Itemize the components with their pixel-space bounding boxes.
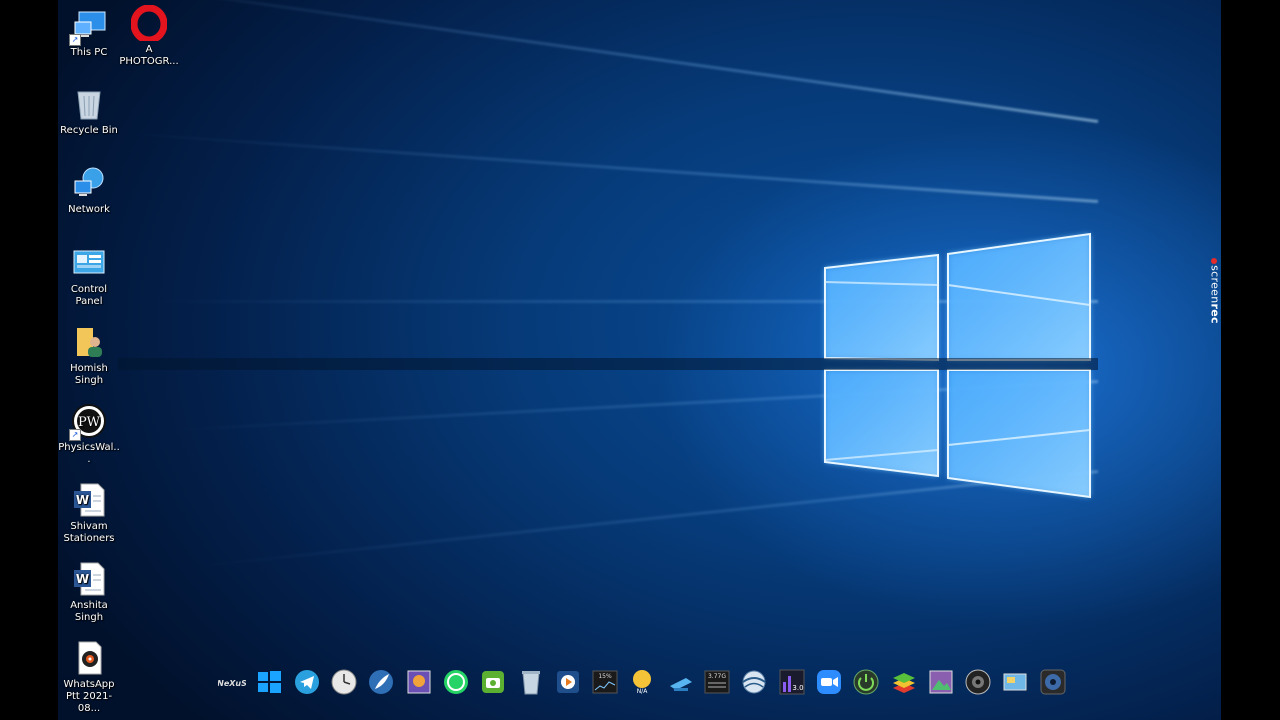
dock-item-cpu-meter[interactable]: 15% [591,668,619,696]
desktop-icon-label: Anshita Singh [70,600,108,623]
svg-text:W: W [76,493,89,507]
recycle-bin-icon [522,671,540,695]
network-icon [71,165,107,201]
disk-meter-icon: 3.77G [704,670,730,694]
clock-icon [331,669,357,695]
dock-bar: NeXuS 15% N/A 3.77G 3.0 [213,663,1068,720]
cpu-meter-icon: 15% [592,670,618,694]
dock-item-zoom[interactable] [815,668,843,696]
speaker-icon [965,669,991,695]
wallpaper-light-beam [159,380,1099,433]
camera-app-icon [482,671,504,693]
nexus-icon: NeXuS [217,679,247,688]
screenshot-icon [1003,673,1027,691]
dock-item-feather[interactable] [367,668,395,696]
word-document-icon: W [71,561,107,597]
dock-item-speaker[interactable] [964,668,992,696]
wallpaper-light-beam [107,0,1099,123]
desktop-icon-label: Control Panel [70,284,108,307]
user-folder-icon [71,324,107,360]
photo-viewer-icon [407,670,431,694]
weather-icon: N/A [633,670,651,695]
wallpaper-light-beam [182,470,1099,570]
dock-item-bluestacks[interactable] [890,668,918,696]
desktop-icon-label: A PHOTOGR... [119,44,179,67]
desktop-icon-label: PhysicsWal... [58,442,120,465]
dock-item-recycle-bin[interactable] [517,668,545,696]
dock-item-equalizer[interactable]: 3.0 [778,668,806,696]
dock-item-photo-viewer[interactable] [405,668,433,696]
bluestacks-icon [893,673,915,693]
audio-file-icon [71,640,107,676]
dock-item-network-monitor[interactable] [666,668,694,696]
desktop-icon-label: Homish Singh [70,363,108,386]
dock-item-telegram[interactable] [293,668,321,696]
feather-icon [369,670,393,694]
dock-item-whatsapp[interactable] [442,668,470,696]
svg-text:PW: PW [78,415,101,430]
equalizer-label: 3.0 [792,684,803,692]
dock-item-power[interactable] [852,668,880,696]
wallpaper-light-beam [120,131,1099,203]
disk-meter-label: 3.77G [708,673,726,680]
dock-item-weather[interactable]: N/A [628,668,656,696]
equalizer-icon: 3.0 [779,669,805,695]
word-document-icon: W [71,482,107,518]
nexus-label: NeXuS [218,679,246,688]
screenrec-prefix: screen [1208,265,1222,304]
webcam-icon [1040,669,1066,695]
dock-item-windows-start[interactable] [255,668,283,696]
screenrec-badge[interactable]: screenrec [1206,258,1222,338]
desktop-wallpaper [58,0,1221,720]
weather-label: N/A [637,688,649,695]
desktop-icon-anshita-singh[interactable]: W Anshita Singh [58,561,120,624]
desktop-icon-label: Recycle Bin [60,125,118,136]
dock-item-browser-globe[interactable] [740,668,768,696]
opera-icon [130,4,168,44]
dock-item-webcam[interactable] [1039,668,1067,696]
desktop-icon-label: Network [68,204,110,215]
desktop-icon-control-panel[interactable]: Control Panel [58,245,120,308]
zoom-icon [817,670,841,694]
desktop-icon-whatsapp-audio[interactable]: WhatsApp Ptt 2021-08... [58,640,120,715]
power-icon [853,669,879,695]
desktop-icon-network[interactable]: Network [58,165,120,216]
control-panel-icon [71,245,107,281]
recycle-bin-icon [71,86,107,122]
desktop-icon-physicswallah[interactable]: PW ↗ PhysicsWal... [58,403,120,466]
cpu-meter-label: 15% [598,673,612,680]
desktop-icon-recycle-bin[interactable]: Recycle Bin [58,86,120,137]
windows-start-icon [258,671,281,693]
wallpaper-light-beam [138,300,1098,303]
media-player-icon [557,671,579,693]
desktop-icon-label: This PC [70,47,108,58]
desktop-icon-opera[interactable]: A PHOTOGR... [118,4,180,68]
screenrec-suffix: rec [1208,303,1222,324]
dock-item-disk-meter[interactable]: 3.77G [703,668,731,696]
desktop-icon-label: Shivam Stationers [63,521,115,544]
dock-item-camera-app[interactable] [479,668,507,696]
dock-item-media-player[interactable] [554,668,582,696]
network-monitor-icon [670,678,692,691]
whatsapp-icon [444,670,468,694]
dock-item-gallery[interactable] [927,668,955,696]
browser-globe-icon [742,670,766,694]
desktop-icon-shivam-stationers[interactable]: W Shivam Stationers [58,482,120,545]
physicswallah-icon: PW ↗ [69,403,107,441]
dock-item-screenshot[interactable] [1001,668,1029,696]
gallery-icon [929,670,953,694]
desktop-icon-label: WhatsApp Ptt 2021-08... [63,679,115,714]
this-pc-icon: ↗ [69,8,107,46]
desktop-icon-this-pc[interactable]: ↗ This PC [58,8,120,59]
dock-item-nexus[interactable]: NeXuS [217,668,247,696]
desktop-icon-homish-singh[interactable]: Homish Singh [58,324,120,387]
dock-item-clock[interactable] [330,668,358,696]
svg-text:W: W [76,572,89,586]
telegram-icon [295,670,319,694]
screenrec-label: screenrec [1209,260,1222,330]
windows-logo [118,232,1098,499]
